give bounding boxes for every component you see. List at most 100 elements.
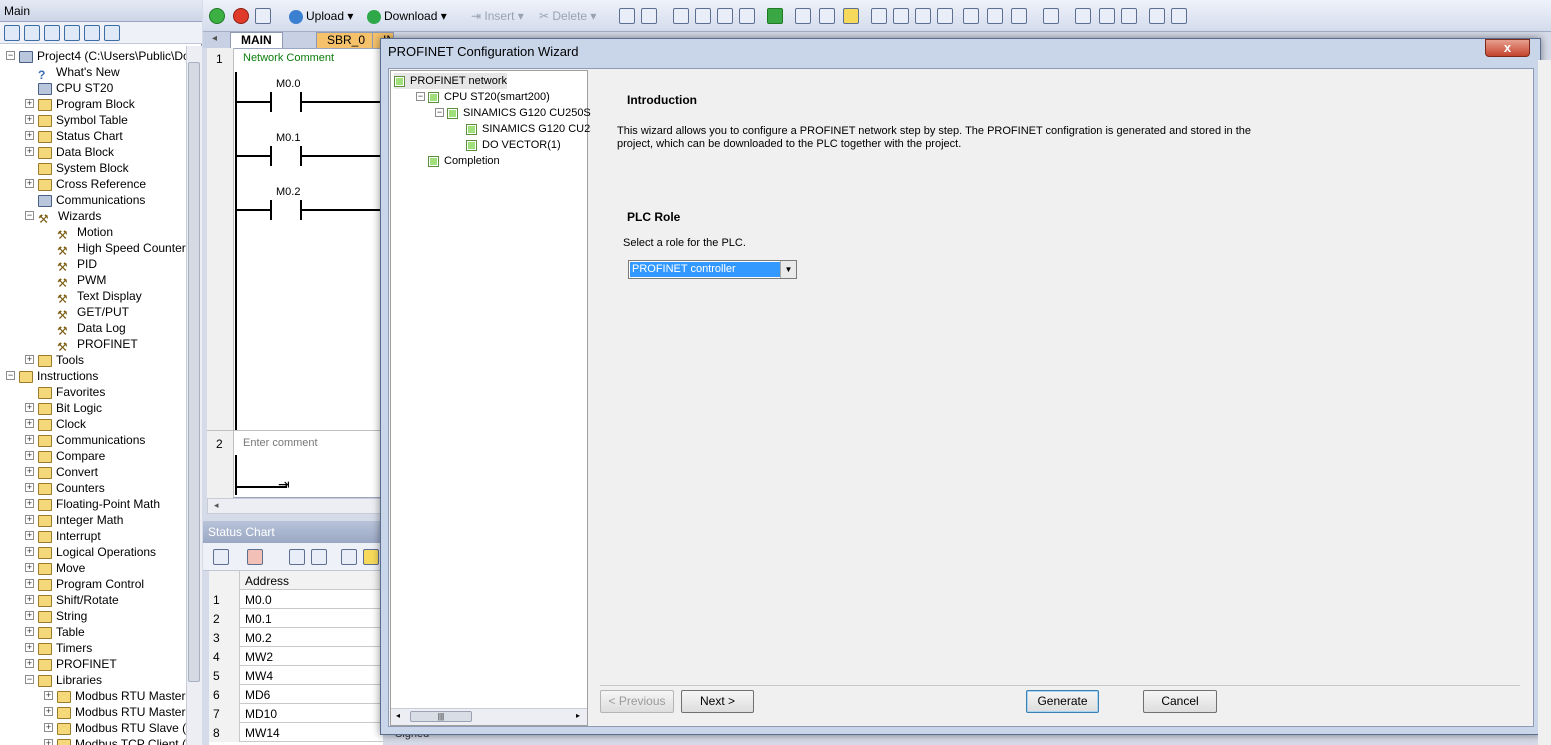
tab-scroll-left-icon[interactable]: ◂	[212, 33, 217, 44]
tree-item[interactable]: Tools	[38, 352, 84, 368]
tree-item[interactable]: CPU ST20	[38, 80, 113, 96]
address-cell[interactable]: MW2	[245, 650, 273, 664]
tree-item[interactable]: Counters	[38, 480, 105, 496]
tree-expander-icon[interactable]: +	[25, 419, 34, 428]
bookmark-icon[interactable]	[1121, 8, 1137, 24]
tree-item[interactable]: Favorites	[38, 384, 105, 400]
tree-item[interactable]: Integer Math	[38, 512, 123, 528]
tree-expander-icon[interactable]: −	[6, 51, 15, 60]
pencil-icon[interactable]	[1149, 8, 1165, 24]
tree-expander-icon[interactable]: +	[25, 451, 34, 460]
network-1-comment[interactable]: Network Comment	[243, 52, 334, 64]
tree-item[interactable]: ⚒ Data Log	[57, 320, 126, 338]
tree-expander-icon[interactable]: +	[44, 707, 53, 716]
table-row[interactable]: 6 MD6	[209, 685, 383, 704]
tree-expander-icon[interactable]: +	[25, 131, 34, 140]
tree-item[interactable]: ? What's New	[38, 64, 120, 82]
table-row[interactable]: 8 MW14	[209, 723, 383, 742]
next-button[interactable]: Next >	[681, 690, 754, 713]
background-scrollbar[interactable]	[1538, 60, 1551, 745]
tree-item[interactable]: String	[38, 608, 87, 624]
branch-up-icon[interactable]	[871, 8, 887, 24]
tree-item[interactable]: Instructions	[19, 368, 98, 384]
generate-button[interactable]: Generate	[1026, 690, 1099, 713]
tree-expander-icon[interactable]: +	[25, 563, 34, 572]
plc-role-value[interactable]: PROFINET controller	[630, 262, 780, 277]
tree-expander-icon[interactable]: +	[25, 643, 34, 652]
tree-expander-icon[interactable]: +	[25, 611, 34, 620]
tree-expander-icon[interactable]: +	[25, 467, 34, 476]
tree-expander-icon[interactable]: +	[25, 435, 34, 444]
compile-icon[interactable]	[255, 8, 271, 24]
tree-expander-icon[interactable]: +	[25, 659, 34, 668]
add-row-icon[interactable]	[213, 549, 229, 565]
save-block-icon[interactable]	[717, 8, 733, 24]
table-icon[interactable]	[84, 25, 100, 41]
tree-expander-icon[interactable]: −	[25, 211, 34, 220]
tree-item[interactable]: Convert	[38, 464, 98, 480]
tab-main[interactable]: MAIN	[230, 32, 283, 48]
tree-item[interactable]: PROFINET	[38, 656, 117, 672]
tree-item[interactable]: Program Block	[38, 96, 135, 112]
table-row[interactable]: 4 MW2	[209, 647, 383, 666]
tree-item[interactable]: Floating-Point Math	[38, 496, 160, 512]
table-row[interactable]: 1 M0.0	[209, 590, 383, 609]
branch-down-icon[interactable]	[893, 8, 909, 24]
tree-expander-icon[interactable]: +	[25, 515, 34, 524]
stop-icon[interactable]	[233, 8, 249, 24]
tree-item[interactable]: Program Control	[38, 576, 144, 592]
address-cell[interactable]: M0.1	[245, 612, 272, 626]
table-row[interactable]: 3 M0.2	[209, 628, 383, 647]
tree-expander-icon[interactable]: +	[25, 499, 34, 508]
network-2-comment[interactable]: Enter comment	[243, 437, 318, 449]
coil-icon[interactable]	[987, 8, 1003, 24]
tree-item[interactable]: Logical Operations	[38, 544, 156, 560]
monitor-icon[interactable]	[641, 8, 657, 24]
page-icon[interactable]	[44, 25, 60, 41]
tree-expander-icon[interactable]: −	[6, 371, 15, 380]
wizard-step[interactable]: CPU ST20(smart200)	[428, 89, 550, 105]
contact-label[interactable]: M0.0	[276, 78, 300, 90]
tree-item[interactable]: Shift/Rotate	[38, 592, 119, 608]
view-icon[interactable]	[4, 25, 20, 41]
tree-item[interactable]: Bit Logic	[38, 400, 102, 416]
tree-expander-icon[interactable]: +	[25, 531, 34, 540]
chevron-down-icon[interactable]: ▼	[780, 261, 796, 278]
tree-expander-icon[interactable]: −	[25, 675, 34, 684]
tree-expander-icon[interactable]: +	[25, 99, 34, 108]
scroll-left-icon[interactable]: ◂	[396, 711, 400, 720]
editor-hscrollbar[interactable]	[207, 498, 383, 514]
tree-expander-icon[interactable]: +	[25, 115, 34, 124]
tree-expander-icon[interactable]: +	[25, 179, 34, 188]
address-cell[interactable]: M0.2	[245, 631, 272, 645]
tree-item[interactable]: Libraries	[38, 672, 102, 688]
pencil-icon[interactable]	[363, 549, 379, 565]
computer-icon[interactable]	[104, 25, 120, 41]
upload-button[interactable]: Upload ▾	[289, 6, 353, 26]
contact-icon[interactable]	[963, 8, 979, 24]
tree-expander-icon[interactable]: −	[435, 108, 444, 117]
tree-expander-icon[interactable]: +	[25, 547, 34, 556]
wizard-tree-scroll-thumb[interactable]: |||	[410, 711, 472, 722]
tree-expander-icon[interactable]: +	[25, 579, 34, 588]
blank-icon[interactable]	[673, 8, 689, 24]
tree-item[interactable]: Modbus RTU Master	[57, 688, 185, 704]
go-icon[interactable]	[767, 8, 783, 24]
tree-expander-icon[interactable]: +	[25, 355, 34, 364]
tree-item[interactable]: ⚒ PWM	[57, 272, 106, 290]
wizard-step[interactable]: PROFINET network	[394, 73, 507, 89]
previous-button[interactable]: < Previous	[600, 690, 674, 713]
tree-item[interactable]: Communications	[38, 192, 145, 208]
tree-item[interactable]: ⚒ Wizards	[38, 208, 101, 226]
tree-expander-icon[interactable]: +	[25, 403, 34, 412]
address-cell[interactable]: MW14	[245, 726, 280, 740]
tree-expander-icon[interactable]: +	[25, 147, 34, 156]
delete-button[interactable]: ✂ Delete ▾	[539, 6, 596, 26]
symbol-table-icon[interactable]	[1075, 8, 1091, 24]
address-cell[interactable]: MD6	[245, 688, 270, 702]
tree-item[interactable]: ⚒ PROFINET	[57, 336, 138, 354]
address-cell[interactable]: M0.0	[245, 593, 272, 607]
scroll-left-icon[interactable]: ◂	[214, 500, 219, 511]
download-button[interactable]: Download ▾	[367, 6, 447, 26]
lock-icon[interactable]	[795, 8, 811, 24]
